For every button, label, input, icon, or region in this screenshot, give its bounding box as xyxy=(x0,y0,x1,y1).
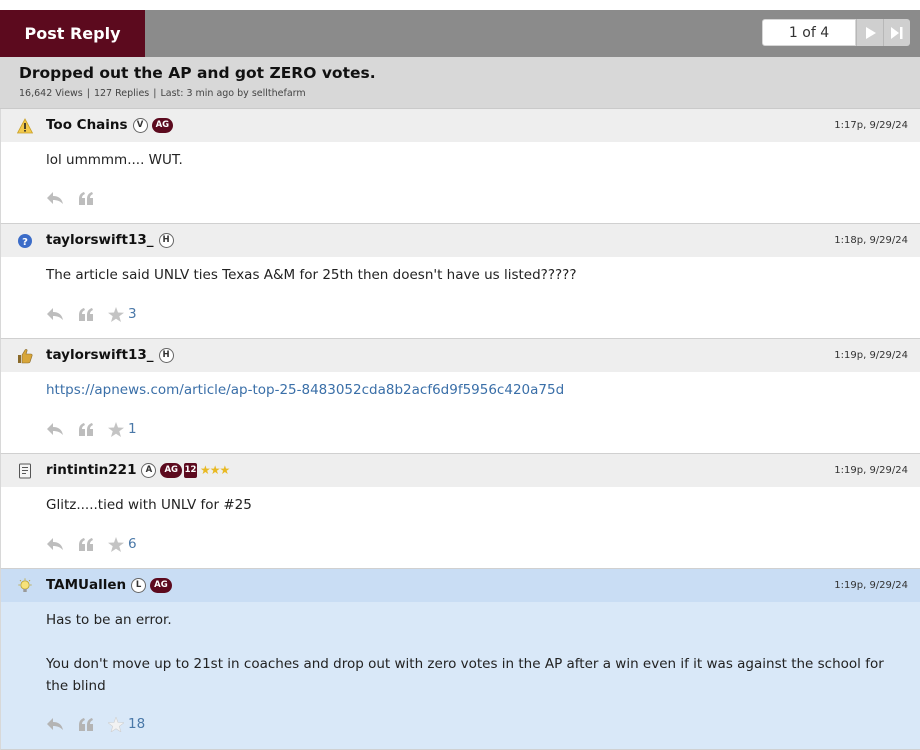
user-badge: V xyxy=(132,117,148,133)
star-icon[interactable] xyxy=(108,716,124,732)
rank-stars: ★★★ xyxy=(200,463,230,477)
user-badge: A xyxy=(141,462,157,478)
question-icon: ? xyxy=(18,234,32,248)
quote-icon[interactable] xyxy=(78,191,94,205)
post-actions: 18 xyxy=(46,716,145,732)
post: taylorswift13_ H 1:19p, 9/29/24 https://… xyxy=(0,339,920,454)
post-actions xyxy=(46,191,108,205)
page-indicator[interactable]: 1 of 4 xyxy=(762,19,856,46)
post-username[interactable]: taylorswift13_ H xyxy=(46,347,174,363)
star-count: 1 xyxy=(128,421,137,437)
views-count: 16,642 Views xyxy=(19,88,83,99)
username-link[interactable]: taylorswift13_ xyxy=(46,347,154,363)
svg-text:?: ? xyxy=(22,237,28,248)
post-username[interactable]: rintintin221 A AG 12 ★★★ xyxy=(46,462,230,478)
post-paragraph: You don't move up to 21st in coaches and… xyxy=(46,656,884,694)
twelfth-man-badge: 12 xyxy=(184,462,198,478)
thread-header: Dropped out the AP and got ZERO votes. 1… xyxy=(0,57,920,109)
star-icon[interactable] xyxy=(108,421,124,437)
post-reply-button[interactable]: Post Reply xyxy=(0,10,145,57)
thumbs-up-icon xyxy=(18,349,33,364)
post: ? taylorswift13_ H 1:18p, 9/29/24 The ar… xyxy=(0,224,920,339)
user-badge: H xyxy=(158,347,174,363)
thread-toolbar: Post Reply 1 of 4 xyxy=(0,10,920,57)
star-icon[interactable] xyxy=(108,536,124,552)
post: Too Chains V AG 1:17p, 9/29/24 lol ummmm… xyxy=(0,109,920,224)
last-reply[interactable]: Last: 3 min ago by sellthefarm xyxy=(160,88,305,99)
post-username[interactable]: Too Chains V AG xyxy=(46,117,174,133)
replies-count: 127 Replies xyxy=(93,88,150,99)
post-header: taylorswift13_ H 1:19p, 9/29/24 xyxy=(1,339,920,372)
star-count: 18 xyxy=(128,716,146,732)
pager: 1 of 4 xyxy=(762,19,910,46)
post-timestamp[interactable]: 1:19p, 9/29/24 xyxy=(834,580,908,591)
ag-badge: AG xyxy=(150,577,172,593)
post-actions: 6 xyxy=(46,536,137,552)
quote-icon[interactable] xyxy=(78,307,94,321)
post-username[interactable]: taylorswift13_ H xyxy=(46,232,174,248)
next-page-button[interactable] xyxy=(856,19,883,46)
star-count: 6 xyxy=(128,536,137,552)
ag-badge: AG xyxy=(151,117,174,133)
last-page-button[interactable] xyxy=(883,19,910,46)
quote-icon[interactable] xyxy=(78,537,94,551)
post-timestamp[interactable]: 1:18p, 9/29/24 xyxy=(834,235,908,246)
warning-icon xyxy=(17,118,33,134)
post-header: Too Chains V AG 1:17p, 9/29/24 xyxy=(1,109,920,142)
post-body: Glitz.....tied with UNLV for #25 xyxy=(46,497,252,513)
username-link[interactable]: rintintin221 xyxy=(46,462,136,478)
post-header: TAMUallen L AG 1:19p, 9/29/24 xyxy=(1,569,920,602)
reply-icon[interactable] xyxy=(46,717,64,731)
quote-icon[interactable] xyxy=(78,717,94,731)
post-actions: 1 xyxy=(46,421,137,437)
post-timestamp[interactable]: 1:19p, 9/29/24 xyxy=(834,465,908,476)
reply-icon[interactable] xyxy=(46,422,64,436)
quote-icon[interactable] xyxy=(78,422,94,436)
post-header: ? taylorswift13_ H 1:18p, 9/29/24 xyxy=(1,224,920,257)
post-body: https://apnews.com/article/ap-top-25-848… xyxy=(46,379,906,401)
document-icon xyxy=(19,463,31,479)
reply-icon[interactable] xyxy=(46,191,64,205)
lightbulb-icon xyxy=(18,578,32,592)
username-link[interactable]: TAMUallen xyxy=(46,577,126,593)
reply-icon[interactable] xyxy=(46,537,64,551)
reply-icon[interactable] xyxy=(46,307,64,321)
post-body: Has to be an error. You don't move up to… xyxy=(46,609,906,697)
post-body: The article said UNLV ties Texas A&M for… xyxy=(46,267,577,283)
post-username[interactable]: TAMUallen L AG xyxy=(46,577,172,593)
play-right-icon xyxy=(865,26,876,39)
post-body: lol ummmm.... WUT. xyxy=(46,152,183,168)
page-top-strip xyxy=(0,0,920,10)
post-actions: 3 xyxy=(46,306,137,322)
post-timestamp[interactable]: 1:19p, 9/29/24 xyxy=(834,350,908,361)
post: TAMUallen L AG 1:19p, 9/29/24 Has to be … xyxy=(0,569,920,750)
user-badge: H xyxy=(158,232,174,248)
post-header: rintintin221 A AG 12 ★★★ 1:19p, 9/29/24 xyxy=(1,454,920,487)
star-count: 3 xyxy=(128,306,137,322)
skip-to-end-icon xyxy=(891,26,903,39)
ag-badge: AG xyxy=(160,462,183,478)
thread-title: Dropped out the AP and got ZERO votes. xyxy=(19,64,376,82)
username-link[interactable]: Too Chains xyxy=(46,117,128,133)
post-paragraph: Has to be an error. xyxy=(46,612,172,628)
post: rintintin221 A AG 12 ★★★ 1:19p, 9/29/24 … xyxy=(0,454,920,569)
star-icon[interactable] xyxy=(108,306,124,322)
post-link[interactable]: https://apnews.com/article/ap-top-25-848… xyxy=(46,382,564,398)
post-timestamp[interactable]: 1:17p, 9/29/24 xyxy=(834,120,908,131)
user-badge: L xyxy=(131,577,147,593)
username-link[interactable]: taylorswift13_ xyxy=(46,232,154,248)
thread-meta: 16,642 Views | 127 Replies | Last: 3 min ago… xyxy=(19,88,306,99)
